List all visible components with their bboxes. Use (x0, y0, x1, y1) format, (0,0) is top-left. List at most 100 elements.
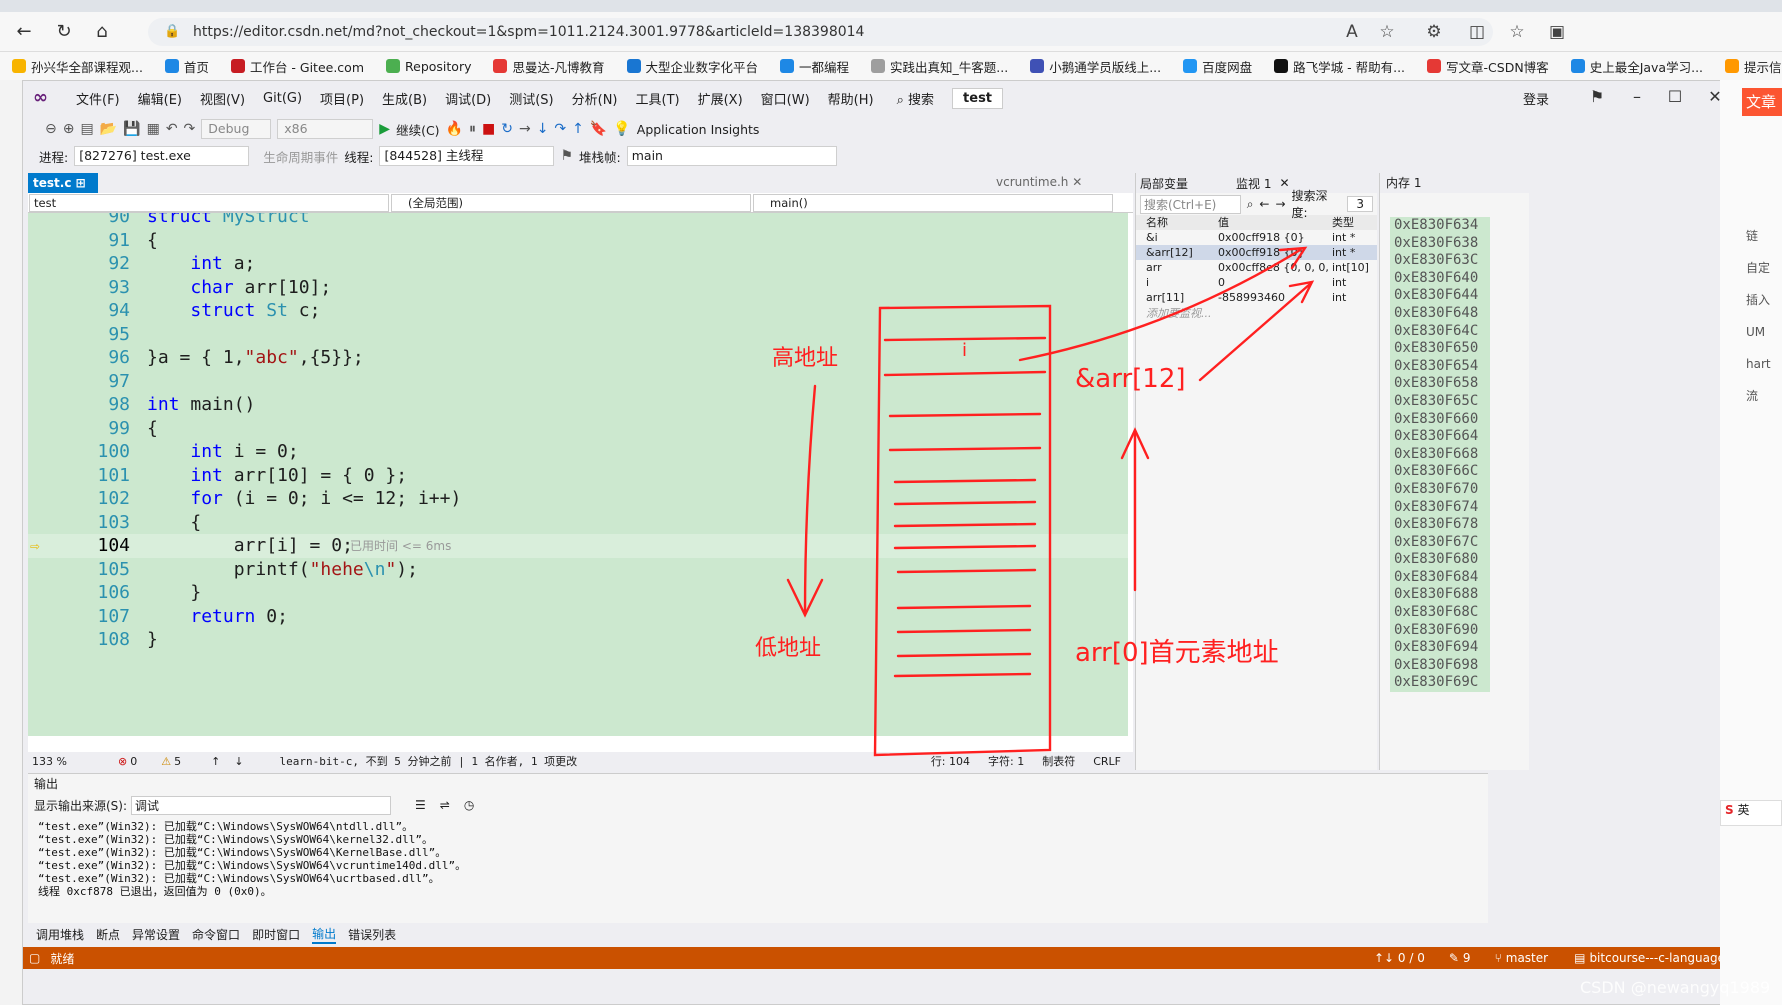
column-header[interactable]: 类型 (1332, 215, 1377, 230)
code-line[interactable]: 106 } (28, 581, 1128, 605)
bookmark-item[interactable]: Repository (386, 59, 471, 74)
search-button[interactable]: ⌕ 搜索 (891, 89, 940, 108)
column-header[interactable]: 名称 (1136, 215, 1218, 230)
locals-row[interactable]: arr[11] -858993460 int (1136, 290, 1377, 305)
side-panel-item[interactable]: 插入UM (1746, 284, 1782, 348)
flag-icon[interactable]: ⚑ (560, 148, 573, 164)
menu-item[interactable]: 编辑(E) (129, 89, 191, 108)
search-icon[interactable]: ⌕ (1247, 197, 1254, 212)
code-line[interactable]: 93 char arr[10]; (28, 276, 1128, 300)
nav-up-icon[interactable]: ↑ (211, 755, 220, 768)
stack-frame-select[interactable]: main (626, 146, 837, 166)
code-line[interactable]: 98 int main() (28, 393, 1128, 417)
menu-item[interactable]: 测试(S) (500, 89, 562, 108)
bookmark-item[interactable]: 写文章-CSDN博客 (1427, 57, 1549, 76)
favorite-star-icon[interactable]: ☆ (1375, 20, 1399, 44)
bookmark-item[interactable]: 提示信息 - 火山软... (1725, 57, 1782, 76)
menu-item[interactable]: 帮助(H) (819, 89, 883, 108)
back-icon[interactable]: ← (12, 20, 36, 44)
memory-address[interactable]: 0xE830F664 (1390, 428, 1490, 446)
code-line[interactable]: 105 printf("hehe\n"); (28, 558, 1128, 582)
favorites-icon[interactable]: ☆ (1505, 20, 1529, 44)
eol-mode[interactable]: CRLF (1093, 755, 1121, 768)
clock-icon[interactable]: ◷ (464, 798, 474, 812)
menu-item[interactable]: 调试(D) (436, 89, 500, 108)
bookmark-item[interactable]: 实践出真知_牛客题... (871, 57, 1008, 76)
continue-button[interactable]: 继续(C) (396, 120, 439, 139)
memory-address-list[interactable]: 0xE830F634 0xE830F638 0xE830F63C 0xE830F640… (1390, 217, 1490, 693)
memory-address[interactable]: 0xE830F66C (1390, 463, 1490, 481)
home-icon[interactable]: ⌂ (90, 20, 114, 44)
function-dropdown[interactable]: main() (753, 194, 1113, 212)
memory-address[interactable]: 0xE830F650 (1390, 340, 1490, 358)
extensions-icon[interactable]: ⚙ (1422, 20, 1446, 44)
menu-item[interactable]: 文件(F) (67, 89, 129, 108)
code-area[interactable]: 90 struct MyStruct 91{92 int a; 93 char arr… (28, 213, 1128, 736)
git-repo[interactable]: bitcourse---c-language (1589, 951, 1725, 965)
ime-indicator[interactable]: S 英 (1720, 800, 1782, 826)
memory-address[interactable]: 0xE830F63C (1390, 252, 1490, 270)
code-line[interactable]: 107 return 0; (28, 605, 1128, 629)
add-watch-input[interactable]: 添加要监视... (1136, 305, 1377, 320)
error-count[interactable]: 0 (130, 755, 137, 768)
redo-icon[interactable]: ↷ (184, 121, 196, 137)
tool-tab[interactable]: 输出 (312, 925, 337, 944)
tab-vcruntime-h[interactable]: vcruntime.h ✕ (996, 175, 1082, 189)
bookmark-item[interactable]: 百度网盘 (1183, 57, 1252, 76)
code-line[interactable]: 91 { (28, 229, 1128, 253)
bookmark-item[interactable]: 首页 (164, 57, 209, 76)
menu-item[interactable]: 生成(B) (373, 89, 436, 108)
bookmark-item[interactable]: 史上最全Java学习... (1570, 57, 1703, 76)
config-select[interactable]: Debug (201, 119, 272, 139)
bookmark-item[interactable]: 大型企业数字化平台 (626, 57, 758, 76)
git-changes[interactable]: ↑↓ 0 / 0 (1374, 951, 1425, 965)
navigate-forward-icon[interactable]: ⊕ (63, 121, 75, 137)
tool-tab[interactable]: 调用堆栈 (36, 926, 84, 943)
scope-dropdown[interactable]: (全局范围) (391, 194, 751, 212)
locals-search-input[interactable]: 搜索(Ctrl+E) (1140, 194, 1241, 214)
code-line[interactable]: 99 { (28, 417, 1128, 441)
side-panel-item[interactable]: hart流 (1746, 348, 1782, 412)
process-select[interactable]: [827276] test.exe (74, 146, 250, 166)
menu-item[interactable]: 扩展(X) (689, 89, 752, 108)
memory-address[interactable]: 0xE830F684 (1390, 569, 1490, 587)
stop-icon[interactable]: ■ (482, 121, 495, 137)
bookmark-item[interactable]: 思曼达-凡博教育 (493, 57, 605, 76)
git-branch[interactable]: master (1506, 951, 1548, 965)
tool-tab[interactable]: 即时窗口 (252, 926, 300, 943)
memory-title[interactable]: 内存 1 (1380, 173, 1529, 193)
side-panel-item[interactable]: 链 (1746, 220, 1782, 252)
undo-icon[interactable]: ↶ (166, 121, 178, 137)
depth-select[interactable]: 3 (1347, 196, 1373, 212)
code-line[interactable]: 108} (28, 628, 1128, 652)
show-next-statement-icon[interactable]: → (519, 121, 531, 137)
step-out-icon[interactable]: ↑ (572, 121, 584, 137)
tool-tab[interactable]: 错误列表 (348, 926, 396, 943)
reload-icon[interactable]: ↻ (52, 20, 76, 44)
search-back-icon[interactable]: ← (1259, 197, 1269, 211)
lifecycle-events[interactable]: 生命周期事件 (263, 147, 338, 166)
tab-locals[interactable]: 局部变量 (1140, 175, 1188, 192)
memory-address[interactable]: 0xE830F69C (1390, 674, 1490, 692)
tab-watch[interactable]: 监视 1 (1236, 175, 1271, 192)
open-folder-icon[interactable]: 📂 (100, 121, 117, 137)
memory-address[interactable]: 0xE830F670 (1390, 481, 1490, 499)
memory-address[interactable]: 0xE830F698 (1390, 657, 1490, 675)
code-line[interactable]: 102 for (i = 0; i <= 12; i++) (28, 487, 1128, 511)
memory-address[interactable]: 0xE830F68C (1390, 604, 1490, 622)
bookmark-item[interactable]: 一都编程 (780, 57, 849, 76)
memory-address[interactable]: 0xE830F644 (1390, 287, 1490, 305)
bookmark-item[interactable]: 孙兴华全部课程观... (12, 57, 143, 76)
step-into-icon[interactable]: ↓ (537, 121, 549, 137)
memory-address[interactable]: 0xE830F668 (1390, 446, 1490, 464)
output-source-select[interactable]: 调试 (131, 795, 392, 815)
nav-down-icon[interactable]: ↓ (234, 755, 243, 768)
code-line[interactable]: 101 int arr[10] = { 0 }; (28, 464, 1128, 488)
locals-row[interactable]: arr 0x00cff8e8 {0, 0, 0, 0, ...int[10] (1136, 260, 1377, 275)
locals-row[interactable]: &arr[12] 0x00cff918 {0} int * (1136, 245, 1377, 260)
split-screen-icon[interactable]: ◫ (1465, 20, 1489, 44)
maximize-button[interactable]: ☐ (1663, 87, 1687, 107)
memory-address[interactable]: 0xE830F654 (1390, 358, 1490, 376)
navigate-back-icon[interactable]: ⊖ (45, 121, 57, 137)
code-line[interactable]: 104 arr[i] = 0; ⇨ 已用时间 <= 6ms (28, 534, 1128, 558)
